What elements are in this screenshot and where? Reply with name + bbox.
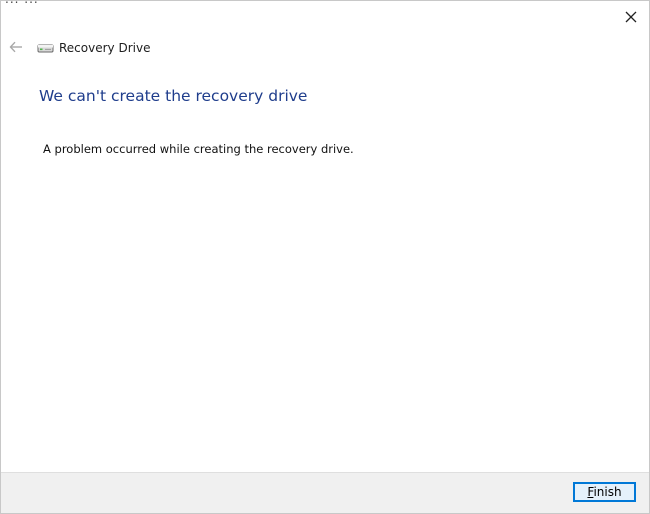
back-arrow-icon	[9, 41, 22, 53]
finish-label: inish	[593, 485, 622, 499]
error-message: A problem occurred while creating the re…	[43, 142, 354, 156]
window-titlebar: Recovery Drive	[37, 39, 150, 57]
footer-bar: Finish	[1, 472, 649, 513]
drive-icon	[37, 44, 54, 53]
close-button[interactable]	[620, 6, 642, 28]
recovery-drive-window: ... ... Recovery Drive We can't create t…	[0, 0, 650, 514]
page-heading: We can't create the recovery drive	[39, 87, 308, 105]
window-title: Recovery Drive	[59, 41, 151, 55]
back-button[interactable]	[7, 38, 25, 56]
finish-button[interactable]: Finish	[573, 482, 636, 502]
stray-text: ... ...	[5, 1, 39, 6]
close-icon	[625, 11, 637, 23]
